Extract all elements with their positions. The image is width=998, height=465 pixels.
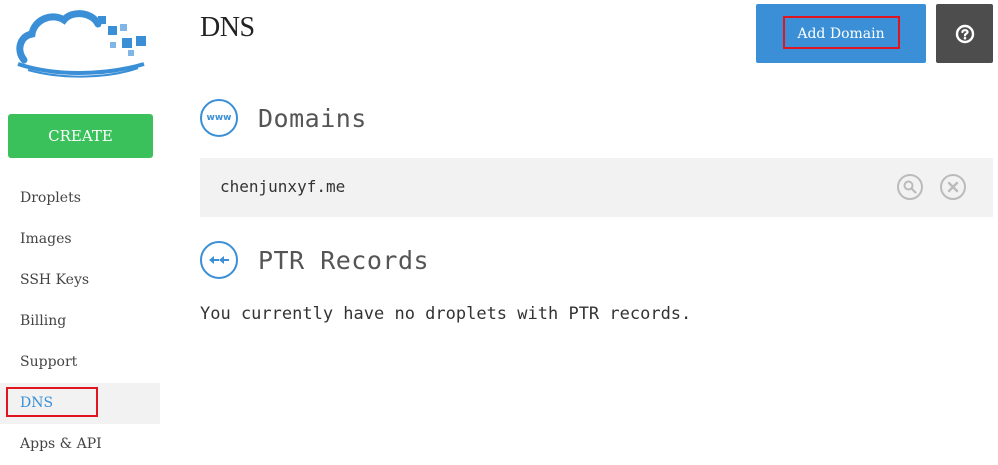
sidebar-item-droplets[interactable]: Droplets [0,178,160,219]
create-button[interactable]: CREATE [8,114,153,158]
sidebar-nav: Droplets Images SSH Keys Billing Support… [0,178,160,465]
sidebar-item-label: Apps & API [20,436,102,452]
magnify-icon[interactable] [897,174,923,200]
sidebar-item-support[interactable]: Support [0,342,160,383]
domains-title: Domains [258,103,367,133]
delete-icon[interactable] [940,174,966,200]
sidebar-item-images[interactable]: Images [0,219,160,260]
ptr-arrows-icon [200,241,238,279]
add-domain-button[interactable]: Add Domain [756,4,926,63]
domains-header: www Domains [200,99,367,137]
add-domain-label: Add Domain [797,25,885,42]
sidebar-item-dns[interactable]: DNS [0,383,160,424]
highlight-box [6,387,98,417]
page-title: DNS [200,12,255,43]
sidebar-item-label: SSH Keys [20,272,90,288]
sidebar-item-ssh-keys[interactable]: SSH Keys [0,260,160,301]
sidebar-item-label: Support [20,354,78,370]
sidebar-item-apps-api[interactable]: Apps & API [0,424,160,465]
sidebar-item-billing[interactable]: Billing [0,301,160,342]
table-row: chenjunxyf.me [200,158,993,217]
help-button[interactable] [936,4,993,63]
www-icon: www [200,99,238,137]
question-icon [955,24,974,43]
ptr-empty-message: You currently have no droplets with PTR … [200,304,692,324]
sidebar-item-label: Droplets [20,190,81,206]
domain-name-link[interactable]: chenjunxyf.me [220,177,345,196]
sidebar: CREATE Droplets Images SSH Keys Billing … [0,0,160,458]
double-arrow-icon [209,256,229,264]
ptr-title: PTR Records [258,245,430,275]
cloud-logo-icon[interactable] [14,6,148,78]
sidebar-item-label: Billing [20,313,67,329]
ptr-header: PTR Records [200,241,429,279]
sidebar-item-label: Images [20,231,72,247]
www-icon-label: www [206,113,232,123]
